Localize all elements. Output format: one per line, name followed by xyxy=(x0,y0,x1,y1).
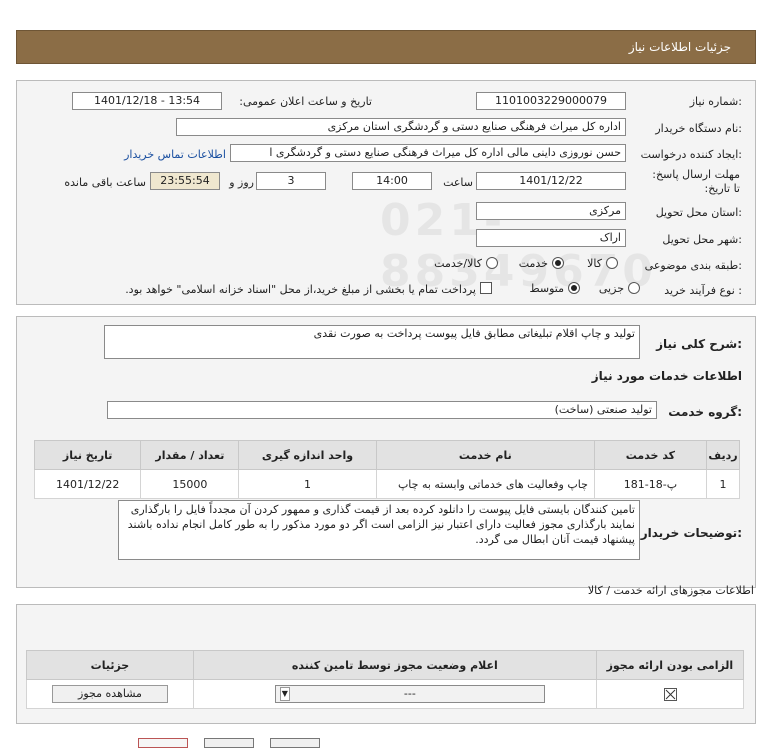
cell-quantity: 15000 xyxy=(140,469,240,499)
category-radio-service[interactable] xyxy=(552,257,564,269)
col-service-name: نام خدمت xyxy=(375,440,595,470)
table-row[interactable]: 1401/12/22 15000 1 چاپ وفعالیت های خدمات… xyxy=(33,469,741,499)
permits-table: جزئیات اعلام وضعیت مجوز توسط تامین کننده… xyxy=(26,650,745,709)
announce-field[interactable]: 1401/12/18 - 13:54 xyxy=(72,92,222,110)
col-quantity: تعداد / مقدار xyxy=(140,440,240,470)
province-field[interactable]: مرکزی xyxy=(476,202,626,220)
cell-service-name: چاپ وفعالیت های خدماتی وابسته به چاپ xyxy=(375,469,595,499)
process-radio-medium[interactable] xyxy=(568,282,580,294)
buyer-field[interactable]: اداره کل میراث فرهنگی صنایع دستی و گردشگ… xyxy=(176,118,626,136)
process-option-minor: جزیی xyxy=(598,282,624,295)
announce-label: تاریخ و ساعت اعلان عمومی: xyxy=(239,95,372,108)
col-details: جزئیات xyxy=(26,650,194,680)
days-label: روز و xyxy=(229,176,254,189)
buyer-notes-field[interactable]: تامین کنندگان بایستی فایل پیوست را دانلو… xyxy=(118,500,640,560)
col-service-code: کد خدمت xyxy=(593,440,707,470)
service-group-field[interactable]: تولید صنعتی (ساخت) xyxy=(107,401,657,419)
permits-table-header: جزئیات اعلام وضعیت مجوز توسط تامین کننده… xyxy=(26,650,745,680)
col-permit-required: الزامی بودن ارائه مجوز xyxy=(595,650,745,680)
print-button[interactable] xyxy=(138,738,188,748)
service-group-label: گروه خدمت: xyxy=(668,405,742,419)
permit-status-value: --- xyxy=(403,687,416,700)
city-field[interactable]: اراک xyxy=(476,229,626,247)
treasury-payment-note: پرداخت تمام یا بخشی از مبلغ خرید،از محل … xyxy=(125,283,476,296)
col-unit: واحد اندازه گیری xyxy=(238,440,377,470)
category-radio-goods[interactable] xyxy=(606,257,618,269)
permit-status-select[interactable]: ▼ --- xyxy=(274,685,545,703)
category-option-service: خدمت xyxy=(518,257,548,270)
deadline-time-field[interactable]: 14:00 xyxy=(352,172,432,190)
description-field[interactable]: تولید و چاپ اقلام تبلیغاتی مطابق فایل پی… xyxy=(104,325,640,359)
city-label: شهر محل تحویل: xyxy=(662,233,742,246)
deadline-time-label: ساعت xyxy=(443,176,473,189)
cell-service-code: پ-18-181 xyxy=(593,469,707,499)
creator-field[interactable]: حسن نوروزی داینی مالی اداره کل میراث فره… xyxy=(230,144,626,162)
cell-unit: 1 xyxy=(238,469,377,499)
deadline-date-field[interactable]: 1401/12/22 xyxy=(476,172,626,190)
buyer-label: نام دستگاه خریدار: xyxy=(655,122,742,135)
category-option-goods-service: کالا/خدمت xyxy=(434,257,482,270)
remaining-label: ساعت باقی مانده xyxy=(64,176,146,189)
category-radio-goods-service[interactable] xyxy=(486,257,498,269)
category-label: طبقه بندی موضوعی: xyxy=(644,259,742,272)
page-title: جزئیات اطلاعات نیاز xyxy=(628,40,731,54)
view-permit-button[interactable]: مشاهده مجوز xyxy=(52,685,168,703)
process-option-medium: متوسط xyxy=(529,282,564,295)
col-permit-status: اعلام وضعیت مجوز توسط تامین کننده xyxy=(192,650,597,680)
cell-row: 1 xyxy=(705,469,741,499)
page-header: جزئیات اطلاعات نیاز xyxy=(16,30,756,64)
back-button[interactable] xyxy=(204,738,254,748)
services-table: تاریخ نیاز تعداد / مقدار واحد اندازه گیر… xyxy=(33,440,741,499)
creator-label: ایجاد کننده درخواست: xyxy=(640,148,742,161)
checkbox-cross-icon xyxy=(665,689,676,700)
buyer-contact-link[interactable]: اطلاعات تماس خریدار xyxy=(112,148,226,161)
services-section-title: اطلاعات خدمات مورد نیاز xyxy=(591,369,742,383)
process-label: نوع فرآیند خرید : xyxy=(664,284,742,297)
days-field[interactable]: 3 xyxy=(256,172,326,190)
action-button[interactable] xyxy=(270,738,320,748)
permit-required-checkbox xyxy=(663,688,677,701)
description-label: شرح کلی نیاز: xyxy=(656,337,742,351)
category-option-goods: کالا xyxy=(587,257,602,270)
permits-section-title: اطلاعات مجوزهای ارائه خدمت / کالا xyxy=(587,584,754,597)
process-radio-minor[interactable] xyxy=(628,282,640,294)
province-label: استان محل تحویل: xyxy=(655,206,742,219)
remaining-time-field: 23:55:54 xyxy=(150,172,220,190)
table-row: مشاهده مجوز ▼ --- xyxy=(26,679,745,709)
buyer-notes-label: توضیحات خریدار: xyxy=(640,526,742,540)
col-row: ردیف xyxy=(705,440,741,470)
services-table-header: تاریخ نیاز تعداد / مقدار واحد اندازه گیر… xyxy=(33,440,741,470)
treasury-payment-checkbox[interactable] xyxy=(480,282,492,294)
cell-need-date: 1401/12/22 xyxy=(33,469,142,499)
need-number-label: شماره نیاز: xyxy=(689,95,742,108)
need-number-field[interactable]: 1101003229000079 xyxy=(476,92,626,110)
col-need-date: تاریخ نیاز xyxy=(33,440,142,470)
deadline-label: مهلت ارسال پاسخ: تا تاریخ: xyxy=(652,168,740,195)
